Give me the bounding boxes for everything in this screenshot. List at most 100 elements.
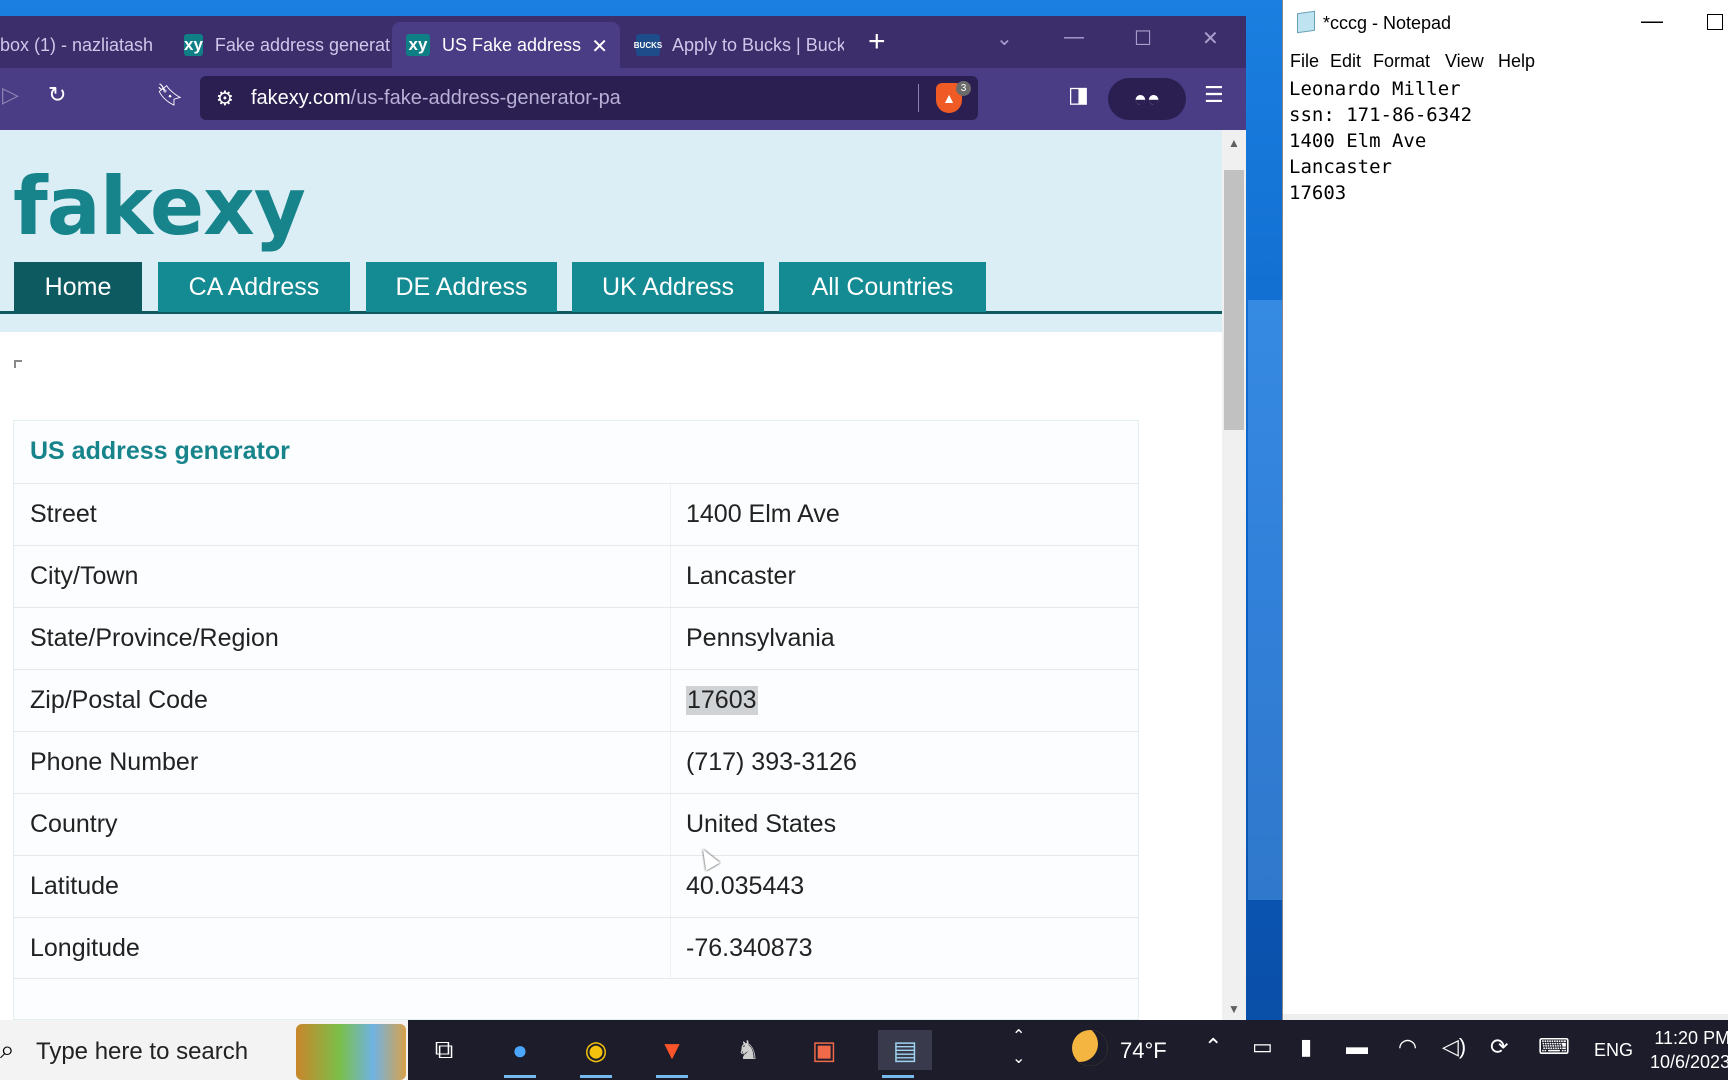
menu-hamburger-icon[interactable]: ☰ [1204, 82, 1224, 108]
row-value[interactable]: 1400 Elm Ave [686, 500, 840, 529]
weather-moon-icon[interactable] [1072, 1030, 1108, 1066]
tab-title: US Fake address [442, 34, 582, 55]
search-placeholder: Type here to search [36, 1038, 249, 1065]
menu-view[interactable]: View [1445, 51, 1484, 72]
window-close-icon[interactable]: ✕ [1202, 26, 1219, 51]
voice-recorder-icon[interactable]: ● [500, 1030, 540, 1078]
address-bar[interactable]: ⚙︎ fakexy.com/us-fake-address-generator-… [200, 76, 978, 120]
new-tab-button[interactable]: + [868, 27, 886, 57]
clock-date: 10/6/2023 [1650, 1052, 1728, 1072]
nav-home[interactable]: Home [14, 262, 142, 312]
taskbar-clock[interactable]: 11:20 PM 10/6/2023 [1650, 1026, 1728, 1074]
row-label: City/Town [30, 562, 139, 590]
wifi-icon[interactable]: ◠ [1398, 1034, 1417, 1060]
task-view-icon[interactable]: ⧉ [424, 1030, 464, 1070]
row-label: Longitude [30, 934, 140, 962]
volume-icon[interactable]: ◁) [1442, 1034, 1466, 1060]
url-path: /us-fake-address-generator-pa [350, 87, 621, 109]
taskbar-scroll-icon[interactable]: ⌃ ⌄ [1012, 1026, 1025, 1070]
app-character-icon[interactable]: ♞ [728, 1030, 768, 1070]
fakexy-favicon-icon: xy [184, 34, 203, 56]
language-indicator[interactable]: ENG [1594, 1040, 1633, 1061]
minimize-icon[interactable]: — [1064, 26, 1084, 49]
browser-toolbar: ▷ ↻ 🔖︎ ⚙︎ fakexy.com/us-fake-address-gen… [0, 68, 1246, 130]
row-value[interactable]: United States [686, 810, 836, 839]
text-line: 1400 Elm Ave [1289, 130, 1427, 152]
maximize-icon[interactable]: ☐ [1134, 26, 1152, 51]
row-value[interactable]: (717) 393-3126 [686, 748, 857, 777]
sync-icon[interactable]: ⟳ [1490, 1034, 1508, 1060]
table-row: City/Town Lancaster [14, 545, 1138, 608]
minimize-icon[interactable]: — [1641, 8, 1663, 34]
text-line: ssn: 171-86-6342 [1289, 104, 1473, 126]
notepad-app-icon [1297, 10, 1315, 34]
row-value[interactable]: 40.035443 [686, 872, 804, 901]
camtasia-icon[interactable]: ▣ [804, 1030, 844, 1070]
menu-edit[interactable]: Edit [1330, 51, 1361, 72]
battery-icon[interactable]: ▬ [1346, 1034, 1368, 1060]
private-window-glasses-icon[interactable]: ◓◓ [1108, 78, 1186, 120]
nav-all-countries[interactable]: All Countries [779, 262, 986, 312]
search-highlight-art [296, 1024, 406, 1080]
row-value[interactable]: Pennsylvania [686, 624, 835, 653]
table-row: State/Province/Region Pennsylvania [14, 607, 1138, 670]
reload-icon[interactable]: ↻ [48, 82, 66, 108]
scroll-up-icon[interactable]: ▲ [1228, 136, 1240, 150]
row-label: Phone Number [30, 748, 199, 776]
tab-close-icon[interactable]: ✕ [591, 34, 608, 59]
fakexy-logo[interactable]: fakexy [13, 160, 306, 253]
tab-us-fake-address[interactable]: xy US Fake address ✕ [392, 22, 620, 68]
taskbar: ⌕ Type here to search ⧉ ● ◉ ▼ ♞ ▣ ▤ ⌃ ⌄ 7… [0, 1020, 1728, 1080]
bookmark-icon[interactable]: 🔖︎ [156, 82, 184, 108]
table-row: Phone Number (717) 393-3126 [14, 731, 1138, 794]
nav-ca-address[interactable]: CA Address [158, 262, 350, 312]
broken-image-icon [14, 360, 22, 368]
row-label: Country [30, 810, 118, 838]
url-text[interactable]: fakexy.com/us-fake-address-generator-pa [251, 87, 621, 110]
page-scrollbar[interactable]: ▲ ▼ [1222, 130, 1246, 1020]
brave-icon[interactable]: ▼ [652, 1030, 692, 1078]
tab-apply-to-bucks[interactable]: BUCKS Apply to Bucks | Buck [622, 22, 844, 68]
row-label: Latitude [30, 872, 119, 900]
microphone-icon[interactable]: ▮ [1300, 1034, 1312, 1060]
table-row: Street 1400 Elm Ave [14, 483, 1138, 546]
row-value[interactable]: Lancaster [686, 562, 796, 591]
weather-temperature[interactable]: 74°F [1120, 1038, 1167, 1064]
chrome-icon[interactable]: ◉ [576, 1030, 616, 1078]
maximize-icon[interactable] [1707, 14, 1723, 30]
tab-title: box (1) - nazliatash [0, 34, 154, 55]
bucks-favicon-icon: BUCKS [634, 34, 662, 56]
row-value-selected[interactable]: 17603 [686, 686, 758, 715]
tab-title: Fake address generat [214, 34, 390, 55]
site-settings-icon[interactable]: ⚙︎ [216, 86, 234, 111]
search-icon: ⌕ [0, 1034, 15, 1064]
scrollbar-thumb[interactable] [1224, 170, 1244, 430]
meet-now-icon[interactable]: ▭ [1252, 1034, 1273, 1060]
keyboard-icon[interactable]: ⌨ [1538, 1034, 1570, 1060]
tab-inbox[interactable]: box (1) - nazliatash [0, 22, 156, 68]
row-divider [670, 484, 671, 546]
show-hidden-icons-icon[interactable]: ⌃ [1204, 1034, 1222, 1060]
notepad-text-area[interactable]: Leonardo Miller ssn: 171-86-6342 1400 Elm … [1289, 76, 1472, 206]
text-line: Leonardo Miller [1289, 78, 1461, 100]
tab-fake-address-generator[interactable]: xy Fake address generat [170, 22, 390, 68]
tab-search-chevron-icon[interactable]: ⌄ [996, 26, 1013, 51]
tab-title: Apply to Bucks | Buck [672, 34, 844, 55]
menu-file[interactable]: File [1290, 51, 1319, 72]
taskbar-search[interactable]: ⌕ Type here to search [0, 1020, 408, 1080]
text-line: 17603 [1289, 182, 1347, 204]
notepad-taskbar-icon[interactable]: ▤ [878, 1030, 932, 1078]
clock-time: 11:20 PM [1654, 1028, 1728, 1048]
nav-de-address[interactable]: DE Address [366, 262, 557, 312]
address-bar-divider [918, 84, 919, 112]
row-value[interactable]: -76.340873 [686, 934, 813, 963]
scroll-down-icon[interactable]: ▼ [1228, 1002, 1240, 1016]
sidebar-toggle-icon[interactable]: ◨ [1068, 82, 1089, 108]
notepad-window: *cccg - Notepad — File Edit Format View … [1282, 0, 1728, 1020]
row-label: Street [30, 500, 97, 528]
nav-uk-address[interactable]: UK Address [572, 262, 764, 312]
forward-icon[interactable]: ▷ [2, 82, 19, 108]
menu-format[interactable]: Format [1373, 51, 1430, 72]
row-divider [670, 918, 671, 980]
menu-help[interactable]: Help [1498, 51, 1535, 72]
